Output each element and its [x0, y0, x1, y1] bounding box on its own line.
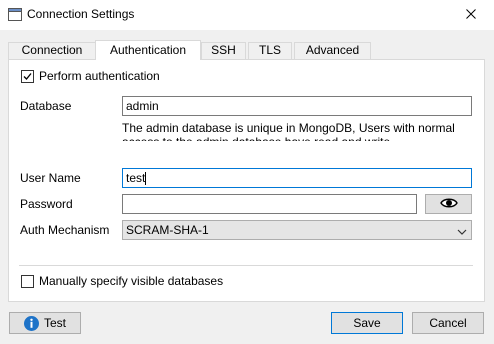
check-icon [23, 73, 32, 80]
window-icon [8, 8, 22, 21]
chevron-down-icon [457, 224, 467, 242]
tab-advanced[interactable]: Advanced [294, 42, 371, 59]
divider [19, 265, 473, 266]
manual-databases-label: Manually specify visible databases [39, 274, 224, 288]
username-value: test [126, 171, 146, 185]
perform-authentication-label: Perform authentication [39, 69, 160, 83]
password-label: Password [20, 197, 73, 211]
authentication-panel: Perform authentication Database admin Th… [8, 59, 485, 302]
perform-authentication-checkbox[interactable] [21, 70, 34, 83]
eye-icon [439, 197, 458, 212]
database-field[interactable]: admin [122, 96, 472, 116]
tab-authentication[interactable]: Authentication [95, 40, 201, 60]
show-password-button[interactable] [425, 194, 472, 214]
tab-connection[interactable]: Connection [8, 42, 96, 59]
cancel-button[interactable]: Cancel [412, 312, 484, 334]
save-button[interactable]: Save [331, 312, 403, 334]
info-icon [24, 316, 39, 331]
password-field[interactable] [122, 194, 417, 214]
tab-tls[interactable]: TLS [248, 42, 292, 59]
database-description: The admin database is unique in MongoDB,… [122, 121, 455, 141]
close-button[interactable] [448, 0, 494, 30]
tab-ssh[interactable]: SSH [201, 42, 246, 59]
database-label: Database [20, 99, 72, 113]
manual-databases-checkbox[interactable] [21, 275, 34, 288]
title-bar: Connection Settings [0, 0, 494, 30]
username-label: User Name [20, 171, 81, 185]
close-icon [466, 8, 476, 22]
test-button[interactable]: Test [9, 312, 81, 334]
window-title: Connection Settings [27, 7, 135, 21]
auth-mechanism-select[interactable]: SCRAM-SHA-1 [122, 220, 472, 240]
test-button-label: Test [44, 316, 67, 330]
text-caret [145, 172, 147, 186]
auth-mechanism-label: Auth Mechanism [20, 223, 110, 237]
username-field[interactable]: test [122, 168, 472, 188]
auth-mechanism-value: SCRAM-SHA-1 [126, 223, 209, 237]
